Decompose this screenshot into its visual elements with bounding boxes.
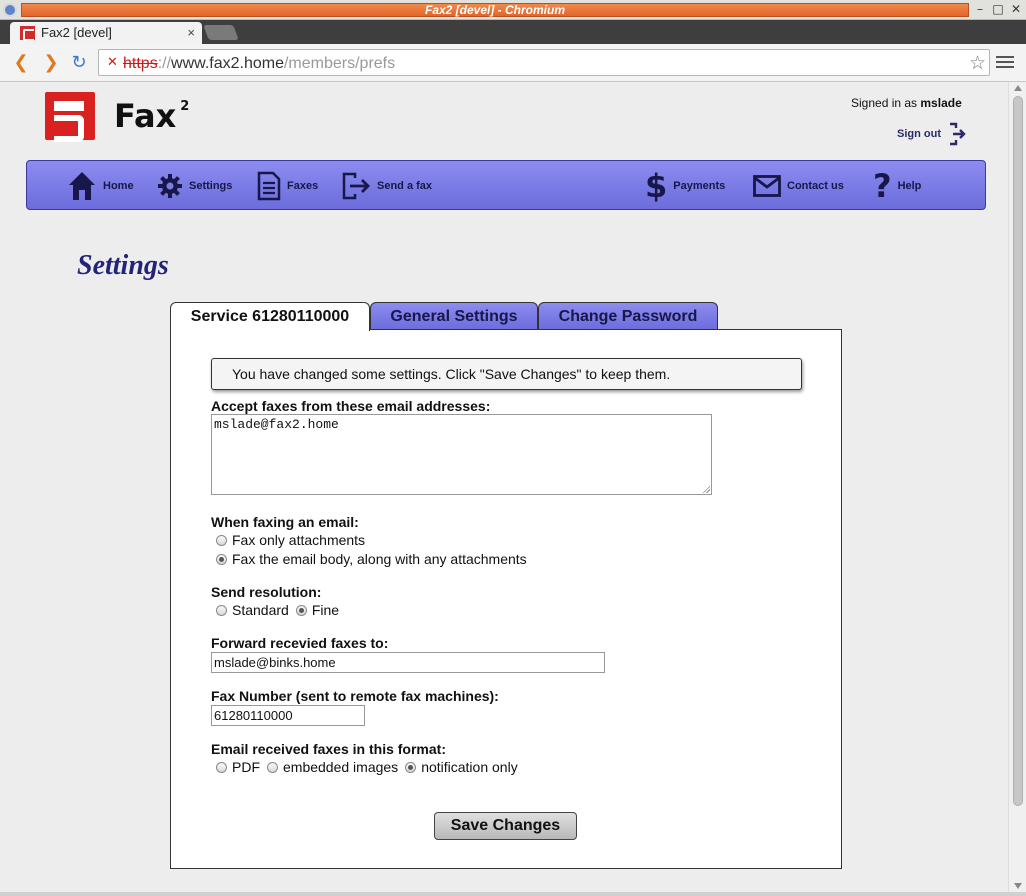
radio-pdf[interactable] (216, 761, 227, 773)
window-bottom-edge (0, 892, 1026, 896)
chromium-icon (3, 3, 17, 17)
format-opt-notification[interactable]: notification only (405, 759, 518, 775)
tab-change-password[interactable]: Change Password (538, 302, 718, 330)
browser-toolbar: ❮ ❯ ↻ ✕ https://www.fax2.home/members/pr… (0, 44, 1026, 82)
page-scrollbar[interactable] (1008, 82, 1026, 892)
document-icon (257, 171, 281, 201)
nav-faxes[interactable]: Faxes (257, 169, 318, 203)
nav-payments[interactable]: $ Payments (645, 169, 725, 203)
reload-icon[interactable]: ↻ (68, 52, 90, 74)
nav-settings[interactable]: Settings (157, 169, 232, 203)
main-nav: Home Settings Faxes Send a fax $ Payment… (26, 160, 986, 210)
format-label: Email received faxes in this format: (211, 741, 446, 757)
username: mslade (920, 96, 962, 110)
resize-grip-icon[interactable] (702, 485, 710, 493)
nav-help[interactable]: ? Help (873, 169, 921, 203)
browser-tab[interactable]: Fax2 [devel] × (10, 22, 202, 44)
accept-label: Accept faxes from these email addresses: (211, 398, 491, 414)
when-faxing-label: When faxing an email: (211, 514, 359, 530)
page-title: Settings (77, 250, 169, 281)
envelope-icon (753, 175, 781, 197)
forward-input[interactable]: mslade@binks.home (211, 652, 605, 673)
radio-images[interactable] (267, 761, 278, 773)
sign-out-label: Sign out (897, 128, 941, 140)
browser-tabstrip: Fax2 [devel] × (0, 20, 1026, 44)
window-controls: – □ ✕ (974, 2, 1022, 16)
radio-standard[interactable] (216, 604, 227, 616)
unsaved-changes-notice: You have changed some settings. Click "S… (211, 358, 802, 390)
browser-tab-title: Fax2 [devel] (41, 25, 112, 40)
when-opt-attachments[interactable]: Fax only attachments (216, 532, 365, 548)
minimize-icon[interactable]: – (974, 2, 986, 16)
brand-name: Fax 2 (114, 97, 190, 135)
sign-out-icon (950, 122, 966, 146)
home-icon (69, 172, 95, 200)
window-titlebar: Fax2 [devel] - Chromium – □ ✕ (0, 0, 1026, 20)
res-opt-standard[interactable]: Standard (216, 602, 289, 618)
fax2-logo[interactable] (45, 92, 95, 142)
format-opt-pdf[interactable]: PDF (216, 759, 260, 775)
accept-emails-value: mslade@fax2.home (214, 417, 339, 432)
resolution-label: Send resolution: (211, 584, 322, 600)
radio-attachments[interactable] (216, 534, 227, 546)
signed-in-text: Signed in as mslade (851, 96, 962, 110)
format-opt-images[interactable]: embedded images (267, 759, 398, 775)
scroll-down-icon[interactable] (1014, 883, 1022, 889)
gear-icon (158, 174, 182, 198)
fax-number-label: Fax Number (sent to remote fax machines)… (211, 688, 499, 704)
bookmark-star-icon[interactable]: ☆ (969, 52, 986, 74)
res-opt-fine[interactable]: Fine (295, 602, 339, 618)
page-viewport: Fax2 Signed in as mslade Sign out Home (0, 82, 1008, 892)
browser-menu-icon[interactable] (996, 54, 1014, 70)
radio-fine[interactable] (295, 604, 307, 616)
new-tab-button[interactable] (203, 25, 239, 40)
when-opt-body[interactable]: Fax the email body, along with any attac… (216, 551, 527, 567)
fax2-favicon-icon (20, 26, 35, 41)
scroll-up-icon[interactable] (1014, 85, 1022, 91)
address-url[interactable]: https://www.fax2.home/members/prefs (123, 55, 395, 73)
nav-send-fax[interactable]: Send a fax (341, 169, 432, 203)
back-icon[interactable]: ❮ (10, 52, 32, 74)
settings-panel: You have changed some settings. Click "S… (170, 329, 842, 869)
nav-contact[interactable]: Contact us (753, 169, 844, 203)
scrollbar-thumb[interactable] (1013, 96, 1023, 806)
forward-label: Forward recevied faxes to: (211, 635, 389, 651)
window-title: Fax2 [devel] - Chromium (21, 3, 969, 17)
nav-home[interactable]: Home (67, 169, 134, 203)
tab-close-icon[interactable]: × (187, 25, 195, 40)
accept-emails-textarea[interactable]: mslade@fax2.home (211, 414, 712, 495)
format-options: PDF embedded images notification only (216, 759, 525, 775)
address-bar[interactable]: ✕ https://www.fax2.home/members/prefs ☆ (98, 49, 990, 76)
save-changes-button[interactable]: Save Changes (434, 812, 577, 840)
maximize-icon[interactable]: □ (992, 2, 1004, 16)
close-window-icon[interactable]: ✕ (1010, 2, 1022, 16)
fax-number-input[interactable]: 61280110000 (211, 705, 365, 726)
tab-service[interactable]: Service 61280110000 (170, 302, 370, 331)
radio-notification[interactable] (405, 761, 417, 773)
tab-general-settings[interactable]: General Settings (370, 302, 538, 330)
send-icon (342, 172, 370, 200)
insecure-lock-icon[interactable]: ✕ (107, 55, 118, 70)
forward-icon[interactable]: ❯ (40, 52, 62, 74)
sign-out-link[interactable]: Sign out (897, 122, 967, 146)
radio-body[interactable] (216, 553, 227, 565)
dollar-icon: $ (645, 167, 668, 205)
question-icon: ? (873, 167, 892, 205)
resolution-options: Standard Fine (216, 602, 346, 618)
